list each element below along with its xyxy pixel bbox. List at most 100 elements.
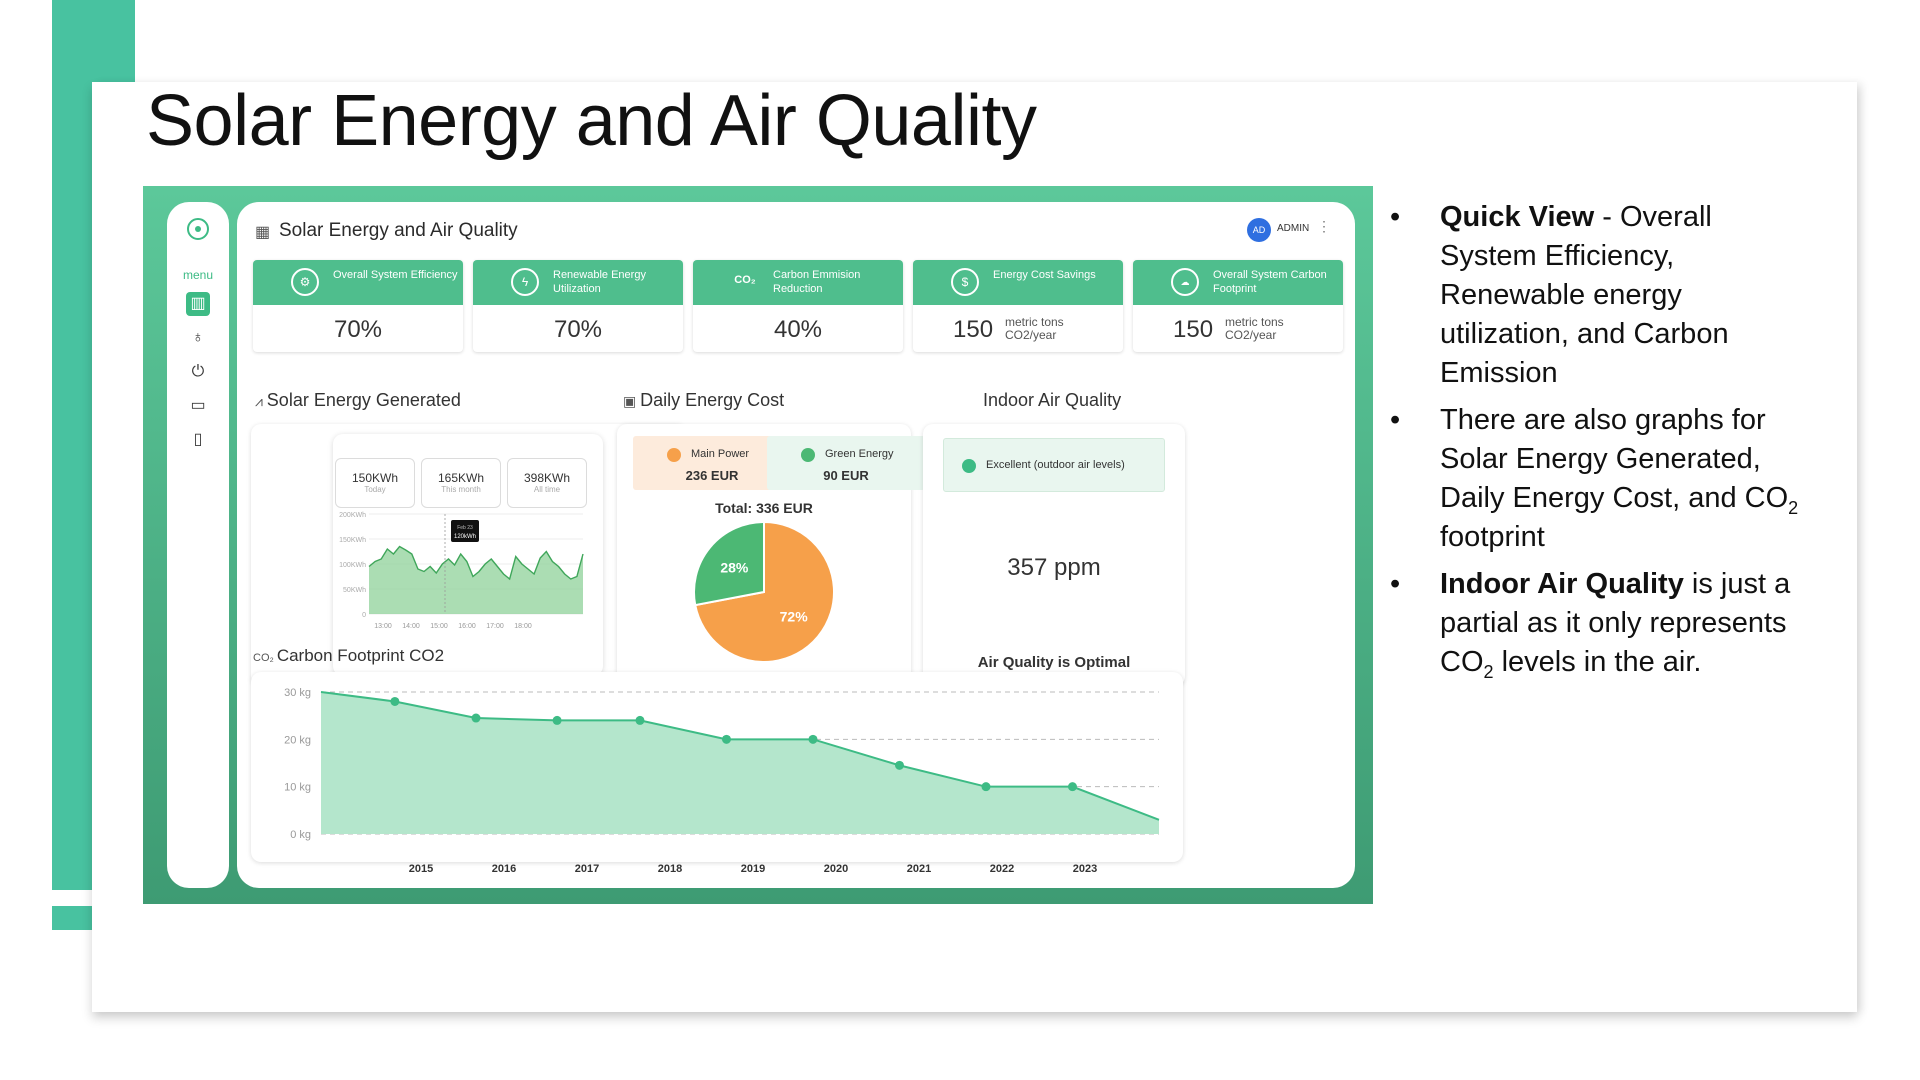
bullet-list: Quick View - Overall System Efficiency, … [1390,198,1810,690]
legend-label: Main Power [691,448,750,460]
solar-panel-icon: ▦ [255,224,271,241]
cost-title-text: Daily Energy Cost [640,390,785,410]
dashboard-title: Solar Energy and Air Quality [279,220,518,241]
co2-ppm-value: 357 ppm [1007,554,1101,581]
air-section-title: Indoor Air Quality [983,390,1122,410]
power-icon[interactable]: ⏻ [186,360,210,384]
kpi-header: ⚙ Overall System Efficiency [253,260,463,305]
subscript: 2 [1483,661,1494,682]
x-tick-label: 2016 [492,863,516,875]
data-point [552,715,562,725]
solar-section-title: ⩘ Solar Energy Generated [255,390,461,411]
kpi-label: Overall System Efficiency [333,269,458,281]
sidebar: menu ▥ ♁ ⏻ ▭ ▯ [167,202,229,888]
data-point [635,715,645,725]
kpi-value: 150 [1173,316,1214,343]
solar-chart: 0 50KWh 100KWh 150KWh 200KWh Feb 23 120kWh 13:0… [339,512,584,630]
status-dot [962,459,976,473]
y-tick-label: 20 kg [284,734,311,746]
pie-label: 72% [780,609,809,625]
kpi-unit: metric tons CO2/year [1005,315,1064,342]
kpi-unit: metric tons CO2/year [1225,315,1284,342]
y-tick-label: 0 [362,612,366,619]
x-tick-label: 2021 [907,863,931,875]
co2-icon: CO₂ [734,274,756,286]
more-options-icon[interactable]: ⋮ [1317,218,1331,235]
co2-area [321,692,1159,834]
kpi-header: ϟ Renewable Energy Utilization [473,260,683,305]
legend-dot [667,448,681,462]
accent-bar [52,0,92,890]
y-tick-label: 10 kg [284,782,311,794]
solar-area [369,546,583,614]
kpi-card-efficiency: ⚙ Overall System Efficiency 70% [253,260,463,352]
kpi-header: CO₂ Carbon Emmision Reduction [693,260,903,305]
badge-label: Excellent (outdoor air levels) [986,459,1125,471]
bullet-bold: Indoor Air Quality [1440,568,1684,600]
subscript: 2 [1788,497,1799,518]
data-point [721,734,731,744]
footprint-card: 0 kg 10 kg 20 kg 30 kg 2015 2016 2017 2018 2019 2… [251,672,1183,875]
dollar-icon: $ [951,268,979,296]
solar-title-text: Solar Energy Generated [266,390,461,410]
lightning-icon: ϟ [511,268,539,296]
kpi-label: Renewable Energy Utilization [553,269,646,295]
x-tick-label: 2023 [1073,863,1097,875]
y-tick-label: 30 kg [284,687,311,699]
bullet-quick-view: Quick View - Overall System Efficiency, … [1390,198,1810,393]
accent-bar-top [52,0,135,82]
bullet-graphs: There are also graphs for Solar Energy G… [1390,401,1810,557]
tooltip-value: 120kWh [454,534,476,540]
user-label[interactable]: ADMIN [1277,223,1309,234]
air-quality-badge: Excellent (outdoor air levels) [943,438,1165,492]
air-quality-card: Excellent (outdoor air levels) 357 ppm A… [923,424,1185,686]
kpi-label: Overall System Carbon Footprint [1213,269,1327,295]
sidebar-menu-label: menu [182,268,214,282]
data-point [808,734,818,744]
x-tick-label: 14:00 [402,623,420,630]
y-tick-label: 50KWh [343,587,366,594]
data-point [471,713,481,723]
air-quality-status: Air Quality is Optimal [977,654,1131,671]
cost-total: Total: 336 EUR [715,500,813,516]
kpi-value: 70% [333,316,383,343]
monitor-chart-icon[interactable]: ▭ [186,394,210,418]
footprint-title-text: Carbon Footprint CO2 [276,646,445,665]
dashboard-main: ▦ Solar Energy and Air Quality AD ADMIN … [237,202,1355,888]
kpi-label: Carbon Emmision Reduction [773,269,861,295]
co2-cloud-icon: ☁ [1171,268,1199,296]
bullet-text: levels in the air. [1493,646,1702,678]
avatar[interactable]: AD [1247,218,1271,242]
kpi-value: 40% [773,316,823,343]
legend-label: Green Energy [825,448,894,460]
bullet-text: There are also graphs for Solar Energy G… [1440,404,1789,514]
bullet-text: footprint [1440,521,1545,553]
accent-bar-bottom [52,906,92,930]
kpi-value: 150 [953,316,994,343]
battery-icon[interactable]: ▯ [186,428,210,452]
kpi-card-carbon-reduction: CO₂ Carbon Emmision Reduction 40% [693,260,903,352]
cost-pie-chart: 72% 28% [693,520,835,663]
data-point [390,696,400,706]
kpi-header: $ Energy Cost Savings [913,260,1123,305]
kpi-header: ☁ Overall System Carbon Footprint [1133,260,1343,305]
solar-chart-panel: 150KWh Today 165KWh This month 398KWh Al… [333,434,603,676]
bullet-bold: Quick View [1440,201,1595,233]
calendar-icon: ▣ [623,393,641,409]
data-point [981,782,991,792]
x-tick-label: 2018 [658,863,682,875]
cost-card: Main Power 236 EUR Green Energy 90 EUR T… [617,424,925,686]
x-tick-label: 2022 [990,863,1014,875]
x-tick-label: 17:00 [486,623,504,630]
data-point [894,760,904,770]
kpi-value: 70% [553,316,603,343]
legend-dot [801,448,815,462]
kpi-card-cost-savings: $ Energy Cost Savings 150 metric tons CO… [913,260,1123,352]
x-tick-label: 2015 [409,863,433,875]
co2-icon: CO₂ [253,652,277,664]
x-tick-label: 18:00 [514,623,532,630]
dashboard-icon[interactable]: ▥ [186,292,210,316]
y-tick-label: 150KWh [339,537,366,544]
lightbulb-icon[interactable]: ♁ [186,326,210,350]
kpi-card-carbon-footprint: ☁ Overall System Carbon Footprint 150 me… [1133,260,1343,352]
